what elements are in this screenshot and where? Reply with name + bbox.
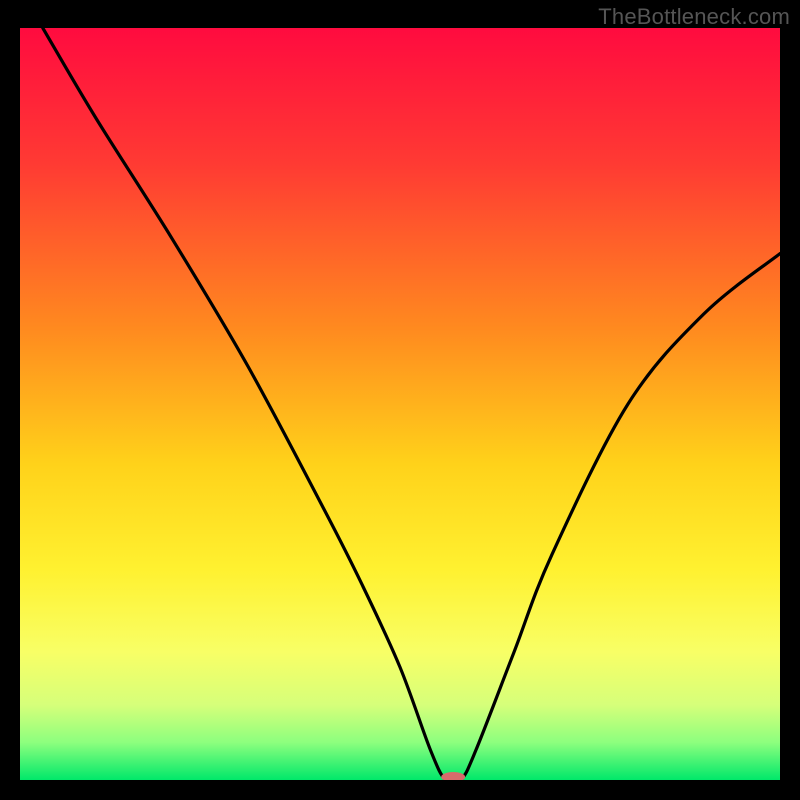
bottleneck-chart [20,28,780,780]
chart-frame: TheBottleneck.com [0,0,800,800]
watermark-text: TheBottleneck.com [598,4,790,30]
plot-area [20,28,780,780]
